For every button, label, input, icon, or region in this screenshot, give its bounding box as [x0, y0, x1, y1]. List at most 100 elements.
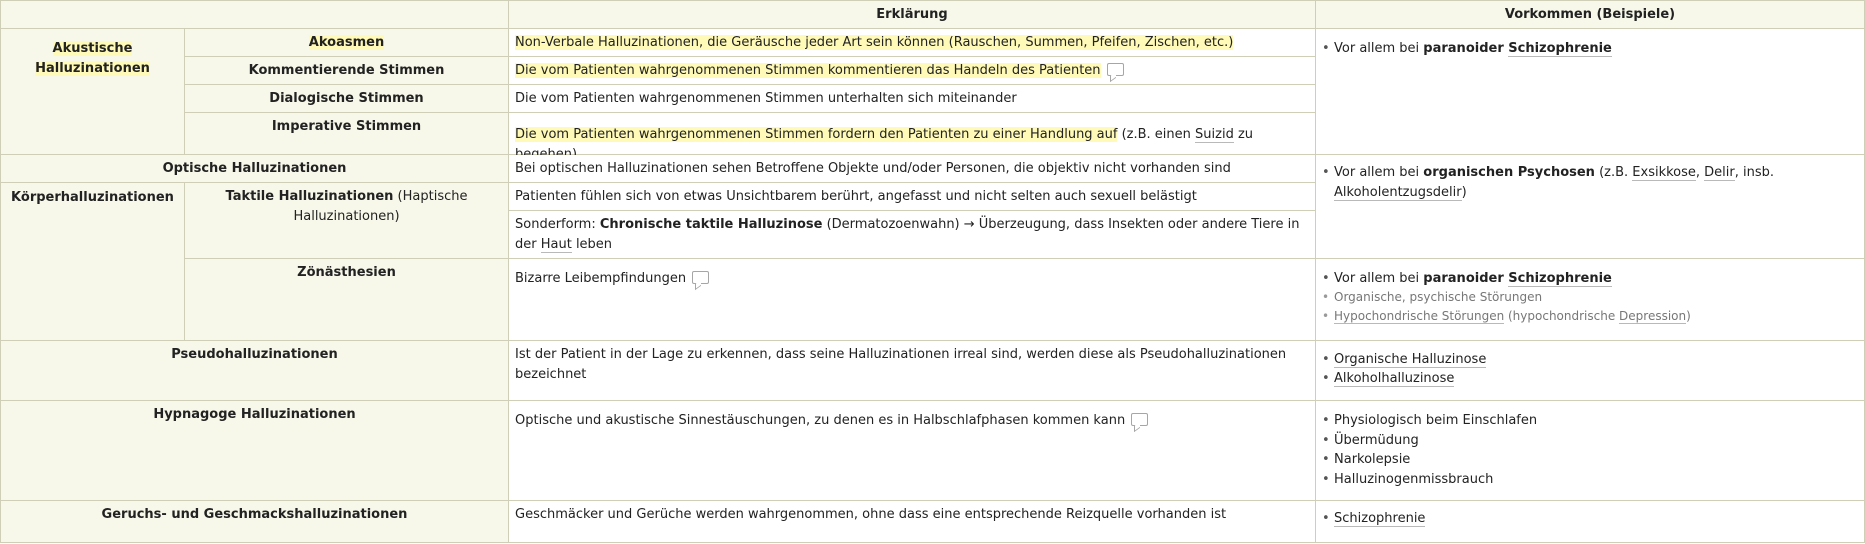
kommentierende-text: Die vom Patienten wahrgenommenen Stimmen…: [509, 57, 1316, 85]
hypnagog-item-4: Halluzinogenmissbrauch: [1334, 471, 1494, 487]
list-item: Vor allem bei organischen Psychosen (z.B…: [1322, 163, 1859, 203]
zoen-v1-bold: paranoider: [1423, 271, 1509, 286]
term-alkoholentzugsdelir[interactable]: Alkoholentzugsdelir: [1334, 185, 1462, 201]
hypnagog-vorkommen-list: Physiologisch beim Einschlafen Übermüdun…: [1322, 411, 1859, 489]
row-label-hypnagoge-halluzinationen: Hypnagoge Halluzinationen: [0, 401, 509, 501]
imperative-text: Die vom Patienten wahrgenommenen Stimmen…: [509, 113, 1316, 162]
header-empty-cell: [0, 0, 509, 29]
group-akustische-label: Akustische Halluzinationen: [35, 41, 150, 76]
geruch-label: Geruchs- und Geschmackshalluzinationen: [101, 507, 408, 522]
sonderform-end: leben: [571, 237, 613, 252]
zoenaesthesien-label: Zönästhesien: [297, 265, 396, 280]
header-erklaerung: Erklärung: [509, 0, 1316, 29]
hypnagog-text: Optische und akustische Sinnestäuschunge…: [509, 401, 1316, 501]
akustisch-vorkommen-list: Vor allem bei paranoider Schizophrenie: [1322, 39, 1859, 59]
row-label-kommentierende-stimmen: Kommentierende Stimmen: [185, 57, 509, 85]
optische-label: Optische Halluzinationen: [162, 161, 347, 176]
list-item: Alkoholhalluzinose: [1322, 369, 1859, 388]
row-label-taktile-halluzinationen: Taktile Halluzinationen (Haptische Hallu…: [185, 183, 509, 259]
geruch-vorkommen: Schizophrenie: [1316, 501, 1865, 543]
header-vorkommen: Vorkommen (Beispiele): [1316, 0, 1865, 29]
term-depression[interactable]: Depression: [1619, 309, 1687, 324]
imperative-text-a: (z.B. einen: [1117, 127, 1196, 142]
organisch-prefix: Vor allem bei: [1334, 165, 1424, 180]
organisch-c: ): [1461, 185, 1467, 200]
list-item: Organische, psychische Störungen: [1322, 288, 1859, 307]
term-organische-halluzinose[interactable]: Organische Halluzinose: [1334, 352, 1487, 368]
organisch-vorkommen: Vor allem bei organischen Psychosen (z.B…: [1316, 155, 1865, 259]
list-item: Physiologisch beim Einschlafen: [1322, 411, 1859, 431]
organisch-sep1: ,: [1695, 165, 1705, 180]
akustisch-vorkommen-prefix: Vor allem bei: [1334, 41, 1424, 56]
term-schizophrenie[interactable]: Schizophrenie: [1334, 511, 1426, 527]
akustisch-vorkommen-bold: paranoider: [1423, 41, 1509, 56]
term-haut[interactable]: Haut: [540, 237, 572, 253]
hypnagog-item-2: Übermüdung: [1334, 432, 1419, 448]
organisch-bold: organischen Psychosen: [1423, 165, 1595, 180]
list-item: Narkolepsie: [1322, 450, 1859, 470]
list-item: Übermüdung: [1322, 431, 1859, 451]
kommentierende-label: Kommentierende Stimmen: [248, 63, 445, 78]
term-alkoholhalluzinose[interactable]: Alkoholhalluzinose: [1334, 371, 1455, 387]
row-label-dialogische-stimmen: Dialogische Stimmen: [185, 85, 509, 113]
akoasmen-label: Akoasmen: [308, 35, 385, 50]
zoenaesthesien-vorkommen: Vor allem bei paranoider Schizophrenie O…: [1316, 259, 1865, 341]
group-koerper-label: Körperhalluzinationen: [11, 190, 174, 205]
comment-icon[interactable]: [692, 271, 710, 284]
taktile-label-bold: Taktile Halluzinationen: [225, 189, 394, 204]
list-item: Hypochondrische Störungen (hypochondrisc…: [1322, 307, 1859, 326]
row-label-optische-halluzinationen: Optische Halluzinationen: [0, 155, 509, 183]
list-item: Vor allem bei paranoider Schizophrenie: [1322, 39, 1859, 59]
comment-icon[interactable]: [1131, 413, 1149, 426]
hypnagog-vorkommen: Physiologisch beim Einschlafen Übermüdun…: [1316, 401, 1865, 501]
row-label-zoenaesthesien: Zönästhesien: [185, 259, 509, 341]
geruch-text-content: Geschmäcker und Gerüche werden wahrgenom…: [515, 507, 1227, 522]
term-suizid[interactable]: Suizid: [1195, 127, 1234, 143]
term-hypochondrische-stoerungen[interactable]: Hypochondrische Störungen: [1334, 309, 1505, 324]
geruch-vorkommen-list: Schizophrenie: [1322, 509, 1859, 529]
hypnagog-text-content: Optische und akustische Sinnestäuschunge…: [515, 413, 1126, 428]
akoasmen-text: Non-Verbale Halluzinationen, die Geräusc…: [509, 29, 1316, 57]
dialogische-label: Dialogische Stimmen: [269, 91, 424, 106]
term-delir[interactable]: Delir: [1704, 165, 1735, 181]
pseudo-vorkommen-list: Organische Halluzinose Alkoholhalluzinos…: [1322, 350, 1859, 388]
pseudo-label: Pseudohalluzinationen: [171, 347, 338, 362]
comment-icon[interactable]: [1106, 63, 1124, 76]
taktile-text-content: Patienten fühlen sich von etwas Unsichtb…: [515, 189, 1197, 204]
pseudo-text-content: Ist der Patient in der Lage zu erkennen,…: [515, 347, 1287, 382]
imperative-label: Imperative Stimmen: [271, 119, 422, 134]
list-item: Halluzinogenmissbrauch: [1322, 470, 1859, 490]
akustisch-vorkommen: Vor allem bei paranoider Schizophrenie: [1316, 29, 1865, 155]
optische-text: Bei optischen Halluzinationen sehen Betr…: [509, 155, 1316, 183]
zoen-v3-a: (hypochondrische: [1504, 309, 1620, 323]
imperative-text-highlight: Die vom Patienten wahrgenommenen Stimmen…: [515, 127, 1118, 142]
list-item: Schizophrenie: [1322, 509, 1859, 529]
kommentierende-text-highlight: Die vom Patienten wahrgenommenen Stimmen…: [515, 63, 1101, 78]
zoen-v1-prefix: Vor allem bei: [1334, 271, 1424, 286]
zoenaesthesien-text: Bizarre Leibempfindungen: [509, 259, 1316, 341]
sonderform-prefix: Sonderform:: [515, 217, 600, 232]
hypnagog-label: Hypnagoge Halluzinationen: [153, 407, 356, 422]
akoasmen-text-highlight: Non-Verbale Halluzinationen: [515, 35, 700, 50]
taktile-sonderform: Sonderform: Chronische taktile Halluzino…: [509, 211, 1316, 259]
pseudo-vorkommen: Organische Halluzinose Alkoholhalluzinos…: [1316, 341, 1865, 401]
taktile-text: Patienten fühlen sich von etwas Unsichtb…: [509, 183, 1316, 211]
sonderform-bold: Chronische taktile Halluzinose: [599, 217, 823, 232]
dialogische-text-content: Die vom Patienten wahrgenommenen Stimmen…: [515, 91, 1017, 106]
geruch-text: Geschmäcker und Gerüche werden wahrgenom…: [509, 501, 1316, 543]
term-exsikkose[interactable]: Exsikkose: [1632, 165, 1696, 181]
hallucination-table: Erklärung Vorkommen (Beispiele) Akustisc…: [0, 0, 1865, 544]
organisch-a: (z.B.: [1594, 165, 1633, 180]
zoenaesthesien-text-content: Bizarre Leibempfindungen: [515, 271, 687, 286]
organisch-vorkommen-list: Vor allem bei organischen Psychosen (z.B…: [1322, 163, 1859, 203]
header-vorkommen-label: Vorkommen (Beispiele): [1504, 7, 1676, 22]
group-koerperhalluzinationen: Körperhalluzinationen: [0, 183, 185, 341]
akoasmen-text-rest: , die Geräusche jeder Art sein können (R…: [699, 35, 1234, 50]
row-label-pseudohalluzinationen: Pseudohalluzinationen: [0, 341, 509, 401]
list-item: Vor allem bei paranoider Schizophrenie: [1322, 269, 1859, 288]
term-schizophrenie[interactable]: Schizophrenie: [1508, 41, 1612, 57]
row-label-imperative-stimmen: Imperative Stimmen: [185, 113, 509, 155]
term-schizophrenie[interactable]: Schizophrenie: [1508, 271, 1612, 287]
hypnagog-item-1: Physiologisch beim Einschlafen: [1334, 413, 1538, 428]
optische-text-content: Bei optischen Halluzinationen sehen Betr…: [515, 161, 1231, 176]
